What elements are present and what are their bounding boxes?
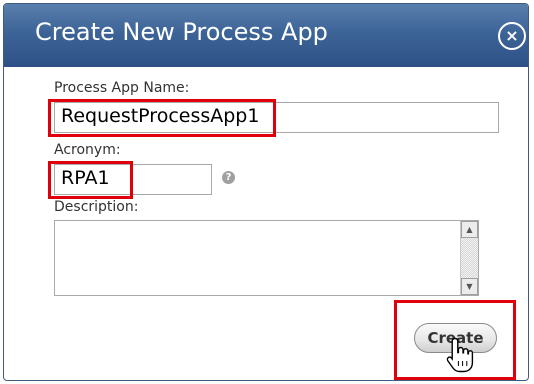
acronym-input[interactable]: RPA1 bbox=[54, 164, 212, 195]
create-process-app-dialog: Create New Process App × Process App Nam… bbox=[3, 3, 529, 381]
scroll-up-button[interactable]: ▲ bbox=[461, 221, 478, 238]
process-app-name-label: Process App Name: bbox=[54, 80, 190, 96]
description-label: Description: bbox=[54, 199, 139, 215]
chevron-down-icon: ▼ bbox=[466, 282, 473, 291]
chevron-up-icon: ▲ bbox=[466, 225, 473, 234]
scroll-down-button[interactable]: ▼ bbox=[461, 278, 478, 295]
help-icon[interactable]: ? bbox=[222, 171, 235, 184]
description-scrollbar[interactable]: ▲ ▼ bbox=[460, 221, 478, 295]
acronym-label: Acronym: bbox=[54, 142, 121, 158]
close-icon: × bbox=[505, 26, 519, 45]
close-button[interactable]: × bbox=[498, 22, 526, 50]
dialog-titlebar: Create New Process App × bbox=[4, 4, 528, 67]
dialog-title: Create New Process App bbox=[35, 18, 328, 46]
process-app-name-input[interactable]: RequestProcessApp1 bbox=[54, 102, 499, 133]
description-textarea[interactable]: ▲ ▼ bbox=[54, 220, 479, 296]
hand-pointer-cursor-icon bbox=[446, 337, 474, 373]
